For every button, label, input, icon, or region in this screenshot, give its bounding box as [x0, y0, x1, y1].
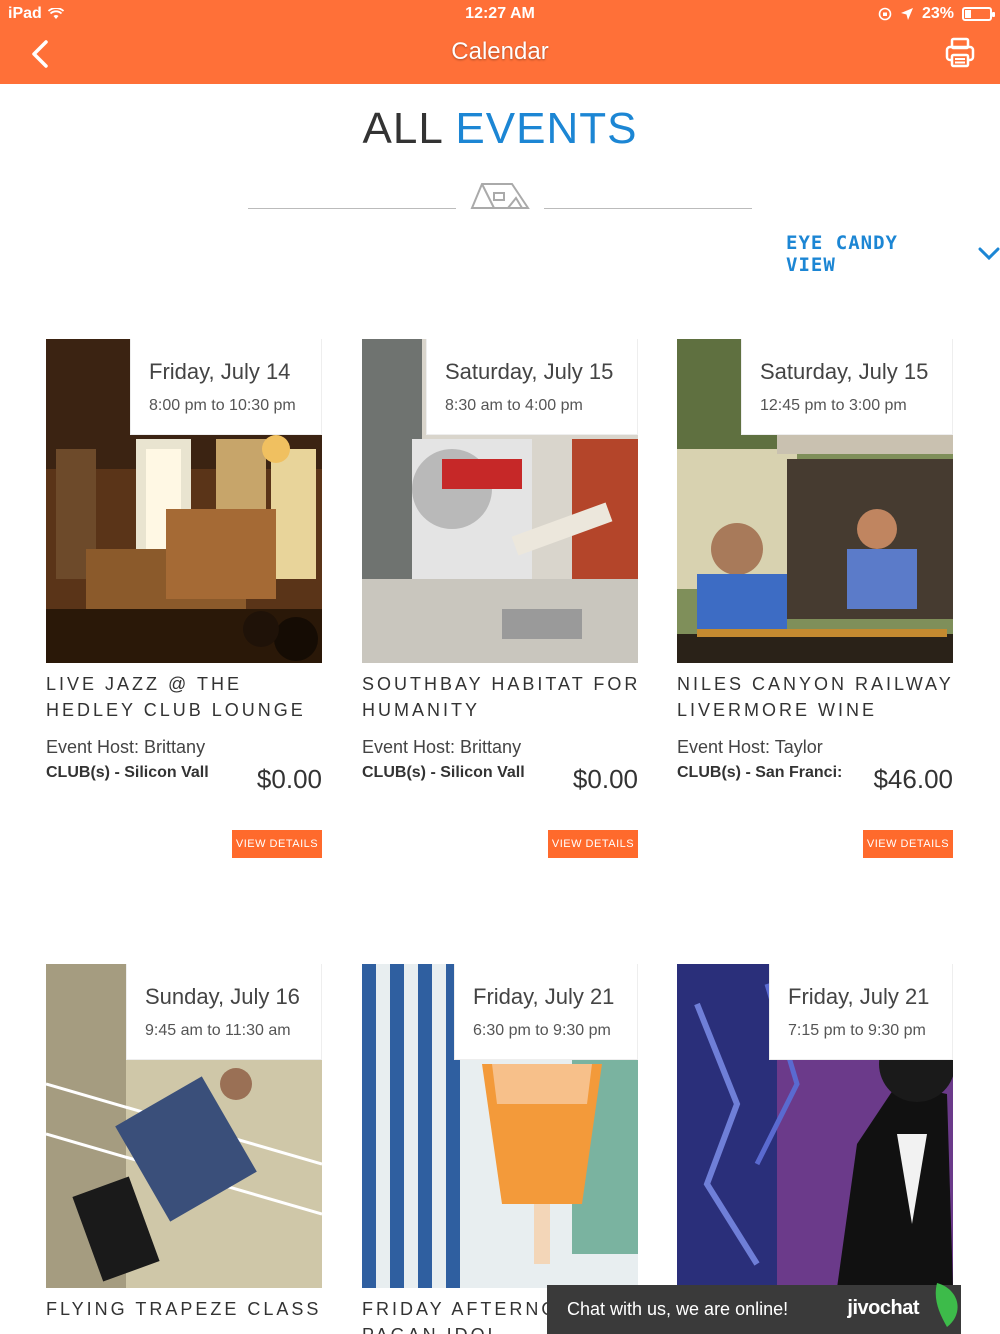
date-box: Saturday, July 15 8:30 am to 4:00 pm: [426, 339, 638, 435]
nav-title: Calendar: [451, 38, 549, 65]
top-bar: iPad 12:27 AM 23% Calendar: [0, 0, 1000, 84]
view-toggle[interactable]: EYE CANDY VIEW: [786, 232, 1000, 276]
event-card[interactable]: Sunday, July 16 9:45 am to 11:30 am FLYI…: [46, 964, 322, 1334]
event-host: Event Host: Brittany: [46, 737, 206, 757]
leaf-icon: [935, 1283, 958, 1327]
event-date: Sunday, July 16: [145, 984, 300, 1009]
view-details-button[interactable]: VIEW DETAILS: [232, 830, 322, 858]
date-box: Friday, July 21 6:30 pm to 9:30 pm: [454, 964, 638, 1060]
event-club: CLUB(s) - San Franci:: [677, 764, 843, 781]
event-price: $0.00: [256, 764, 322, 794]
event-host: Event Host: Taylor: [677, 737, 823, 757]
battery-icon: [962, 7, 995, 21]
event-title[interactable]: FLYING TRAPEZE CLASS: [46, 1296, 336, 1322]
event-time: 6:30 pm to 9:30 pm: [473, 1022, 611, 1039]
event-card[interactable]: Saturday, July 15 8:30 am to 4:00 pm SOU…: [362, 339, 638, 861]
event-card[interactable]: Friday, July 21 6:30 pm to 9:30 pm FRIDA…: [362, 964, 638, 1334]
view-toggle-label: EYE CANDY VIEW: [786, 232, 898, 276]
event-host: Event Host: Brittany: [362, 737, 522, 757]
event-title[interactable]: LIVE JAZZ @ THE HEDLEY CLUB LOUNGE: [46, 671, 336, 723]
rotation-lock-icon: [878, 7, 892, 21]
date-box: Sunday, July 16 9:45 am to 11:30 am: [126, 964, 322, 1060]
event-card[interactable]: Friday, July 21 7:15 pm to 9:30 pm: [677, 964, 953, 1334]
status-time: 12:27 AM: [465, 5, 535, 22]
status-bar: iPad 12:27 AM 23%: [0, 0, 1000, 28]
print-icon[interactable]: [944, 36, 976, 70]
event-time: 8:30 am to 4:00 pm: [445, 397, 583, 414]
event-time: 8:00 pm to 10:30 pm: [149, 397, 296, 414]
chevron-down-icon: [978, 247, 1000, 261]
page-title: ALL EVENTS: [0, 104, 1000, 154]
event-date: Friday, July 21: [473, 984, 615, 1009]
event-title[interactable]: SOUTHBAY HABITAT FOR HUMANITY: [362, 671, 652, 723]
event-time: 9:45 am to 11:30 am: [145, 1022, 291, 1039]
view-details-button[interactable]: VIEW DETAILS: [863, 830, 953, 858]
event-date: Saturday, July 15: [445, 359, 614, 384]
event-price: $0.00: [572, 764, 638, 794]
date-box: Friday, July 14 8:00 pm to 10:30 pm: [130, 339, 322, 435]
event-date: Saturday, July 15: [760, 359, 929, 384]
view-details-button[interactable]: VIEW DETAILS: [548, 830, 638, 858]
title-part-2: EVENTS: [455, 104, 638, 153]
chat-brand: jivochat: [847, 1297, 919, 1319]
event-date: Friday, July 21: [788, 984, 930, 1009]
event-date: Friday, July 14: [149, 359, 291, 384]
event-club: CLUB(s) - Silicon Vall: [362, 764, 525, 781]
divider-left: [248, 208, 456, 209]
date-box: Saturday, July 15 12:45 pm to 3:00 pm: [741, 339, 953, 435]
chat-widget[interactable]: Chat with us, we are online! jivochat: [547, 1283, 961, 1334]
event-price: $46.00: [873, 764, 953, 794]
divider-right: [544, 208, 752, 209]
event-card[interactable]: Saturday, July 15 12:45 pm to 3:00 pm NI…: [677, 339, 953, 861]
event-card[interactable]: Friday, July 14 8:00 pm to 10:30 pm LIVE…: [46, 339, 322, 861]
chat-message: Chat with us, we are online!: [567, 1299, 789, 1319]
title-part-1: ALL: [362, 104, 443, 153]
event-title[interactable]: NILES CANYON RAILWAY LIVERMORE WINE: [677, 671, 967, 723]
location-arrow-icon: [900, 8, 913, 20]
event-time: 7:15 pm to 9:30 pm: [788, 1022, 926, 1039]
date-box: Friday, July 21 7:15 pm to 9:30 pm: [769, 964, 953, 1060]
battery-percent: 23%: [921, 5, 954, 22]
tent-icon: [470, 183, 530, 209]
event-club: CLUB(s) - Silicon Vall: [46, 764, 209, 781]
event-time: 12:45 pm to 3:00 pm: [760, 397, 907, 414]
